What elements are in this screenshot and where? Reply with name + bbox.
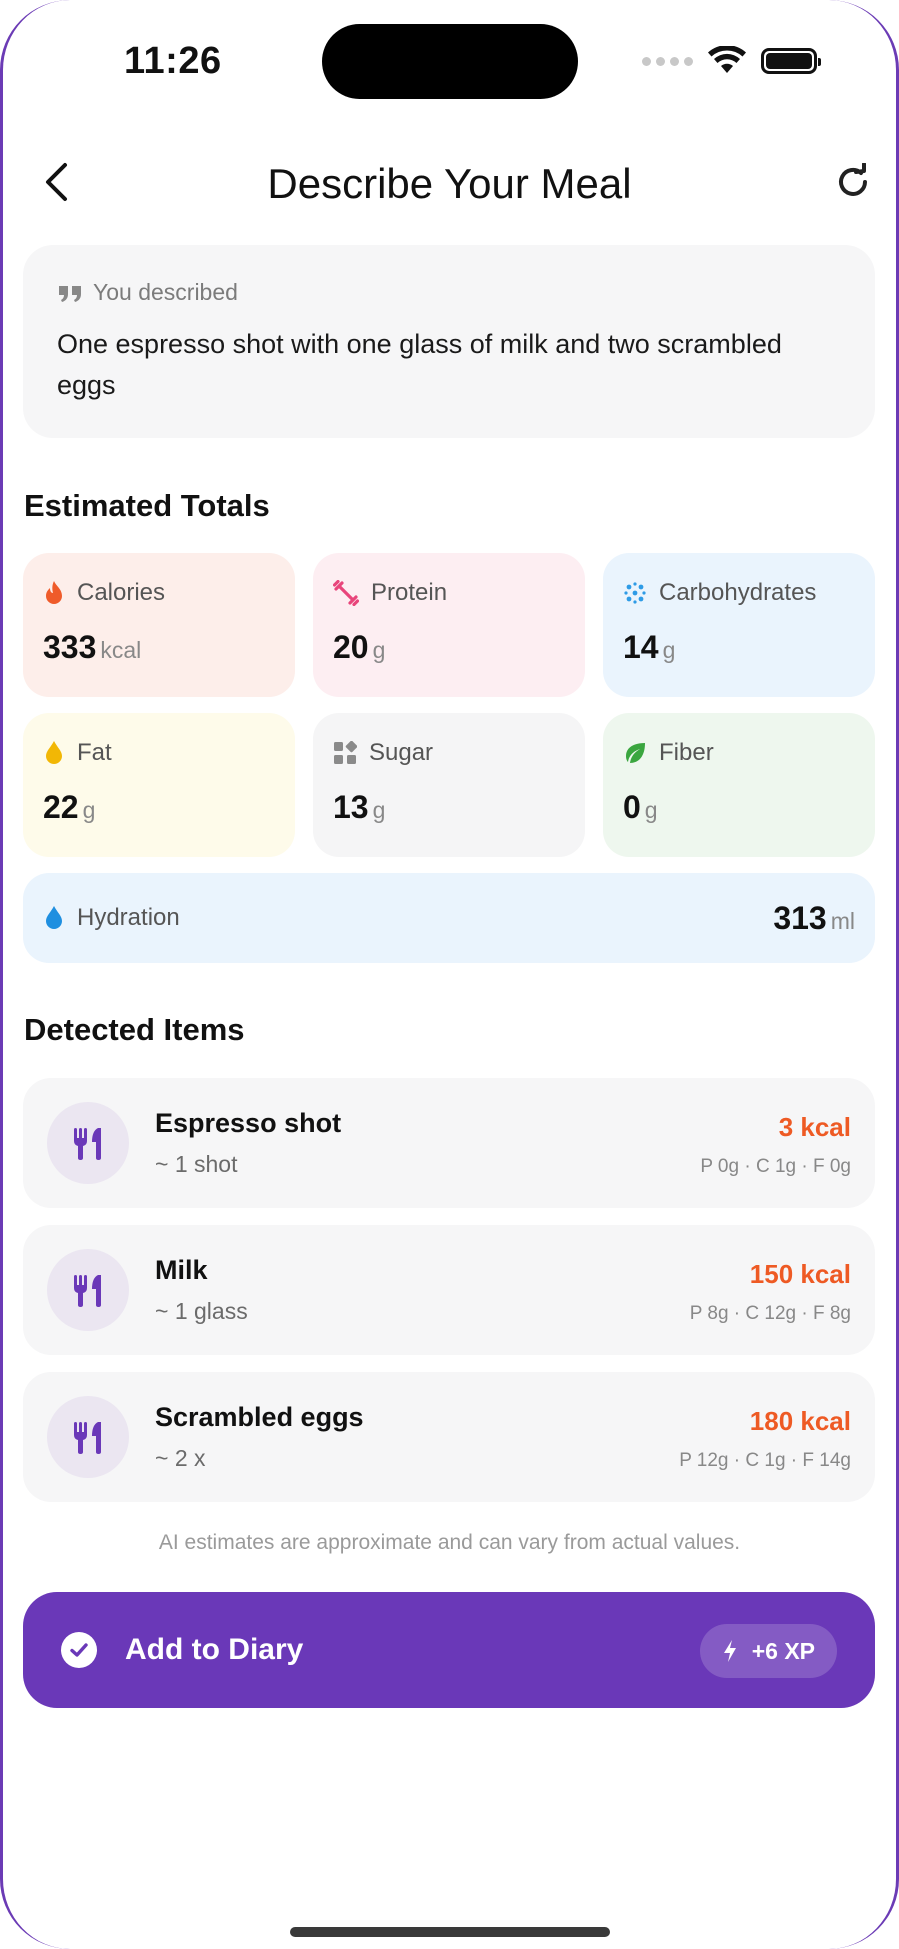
hydration-value: 313	[773, 899, 827, 936]
carbs-unit: g	[662, 637, 676, 663]
item-kcal: 3 kcal	[778, 1112, 851, 1142]
carbs-label: Carbohydrates	[659, 579, 817, 606]
calories-label: Calories	[77, 579, 166, 606]
detected-items-title: Detected Items	[24, 1012, 245, 1047]
list-item[interactable]: Espresso shot ~ 1 shot 3 kcal P 0g · C 1…	[23, 1078, 875, 1208]
description-label: You described	[93, 279, 238, 305]
hydration-card: Hydration 313 ml	[23, 873, 875, 963]
description-header: You described	[57, 279, 841, 306]
dynamic-island	[322, 24, 578, 99]
item-name: Scrambled eggs	[155, 1402, 364, 1432]
add-to-diary-label: Add to Diary	[125, 1633, 304, 1666]
item-name: Espresso shot	[155, 1108, 342, 1138]
ai-disclaimer: AI estimates are approximate and can var…	[158, 1531, 741, 1554]
fat-unit: g	[82, 797, 96, 823]
fiber-card: Fiber 0g	[603, 713, 875, 857]
xp-badge: +6 XP	[699, 1624, 837, 1678]
fat-card: Fat 22 g	[23, 713, 295, 857]
signal-icon	[642, 56, 693, 66]
fiber-value: 0	[623, 789, 641, 825]
list-item[interactable]: Milk ~ 1 glass 150 kcal P 8g · C 12g · F…	[23, 1225, 875, 1355]
item-macros: P 0g · C 1g · F 0g	[700, 1156, 851, 1177]
calories-value: 333	[43, 629, 97, 665]
leaf-icon	[626, 743, 645, 763]
battery-icon	[761, 48, 821, 74]
hydration-label: Hydration	[77, 904, 180, 931]
item-quantity: ~ 2 x	[155, 1445, 206, 1471]
estimated-totals-title: Estimated Totals	[24, 488, 270, 523]
status-icons	[642, 46, 821, 76]
calories-unit: kcal	[100, 637, 142, 663]
refresh-icon	[839, 163, 867, 196]
add-to-diary-button[interactable]: Add to Diary +6 XP	[23, 1592, 875, 1708]
item-kcal: 180 kcal	[749, 1406, 851, 1436]
water-drop-icon	[46, 906, 62, 929]
check-circle-icon	[61, 1632, 97, 1668]
cubes-icon	[334, 741, 357, 764]
page-title: Describe Your Meal	[267, 160, 632, 207]
home-indicator	[290, 1927, 610, 1937]
flame-icon	[46, 581, 62, 604]
grain-icon	[624, 582, 646, 604]
fiber-label: Fiber	[659, 739, 714, 766]
carbs-value: 14	[623, 629, 659, 665]
description-text: One espresso shot with one glass of milk…	[57, 329, 782, 400]
sugar-unit: g	[372, 797, 386, 823]
status-time: 11:26	[124, 40, 222, 82]
item-kcal: 150 kcal	[749, 1259, 851, 1289]
wifi-icon	[708, 46, 746, 73]
item-macros: P 12g · C 1g · F 14g	[679, 1450, 851, 1471]
header: Describe Your Meal	[0, 140, 899, 220]
protein-card: Protein 20 g	[313, 553, 585, 697]
refresh-button[interactable]	[829, 158, 877, 206]
fiber-unit: g	[644, 797, 658, 823]
protein-value: 20	[333, 629, 369, 665]
utensils-icon	[74, 1275, 101, 1307]
item-name: Milk	[155, 1255, 208, 1285]
description-card: You described One espresso shot with one…	[23, 245, 875, 438]
drop-icon	[46, 741, 62, 764]
carbs-card: Carbohydrates 14 g	[603, 553, 875, 697]
item-quantity: ~ 1 shot	[155, 1151, 238, 1177]
status-bar: 11:26	[0, 0, 899, 125]
bolt-icon	[723, 1640, 736, 1662]
fat-label: Fat	[77, 739, 112, 766]
quote-icon	[59, 285, 81, 302]
dumbbell-icon	[333, 580, 359, 606]
item-macros: P 8g · C 12g · F 8g	[689, 1303, 851, 1324]
calories-card: Calories 333 kcal	[23, 553, 295, 697]
sugar-label: Sugar	[369, 739, 434, 766]
list-item[interactable]: Scrambled eggs ~ 2 x 180 kcal P 12g · C …	[23, 1372, 875, 1502]
protein-label: Protein	[371, 579, 448, 606]
sugar-value: 13	[333, 789, 369, 825]
xp-value: +6 XP	[751, 1637, 815, 1664]
hydration-unit: ml	[830, 907, 855, 934]
fat-value: 22	[43, 789, 79, 825]
sugar-card: Sugar 13 g	[313, 713, 585, 857]
protein-unit: g	[372, 637, 386, 663]
utensils-icon	[74, 1422, 101, 1454]
utensils-icon	[74, 1128, 101, 1160]
item-quantity: ~ 1 glass	[155, 1298, 248, 1324]
